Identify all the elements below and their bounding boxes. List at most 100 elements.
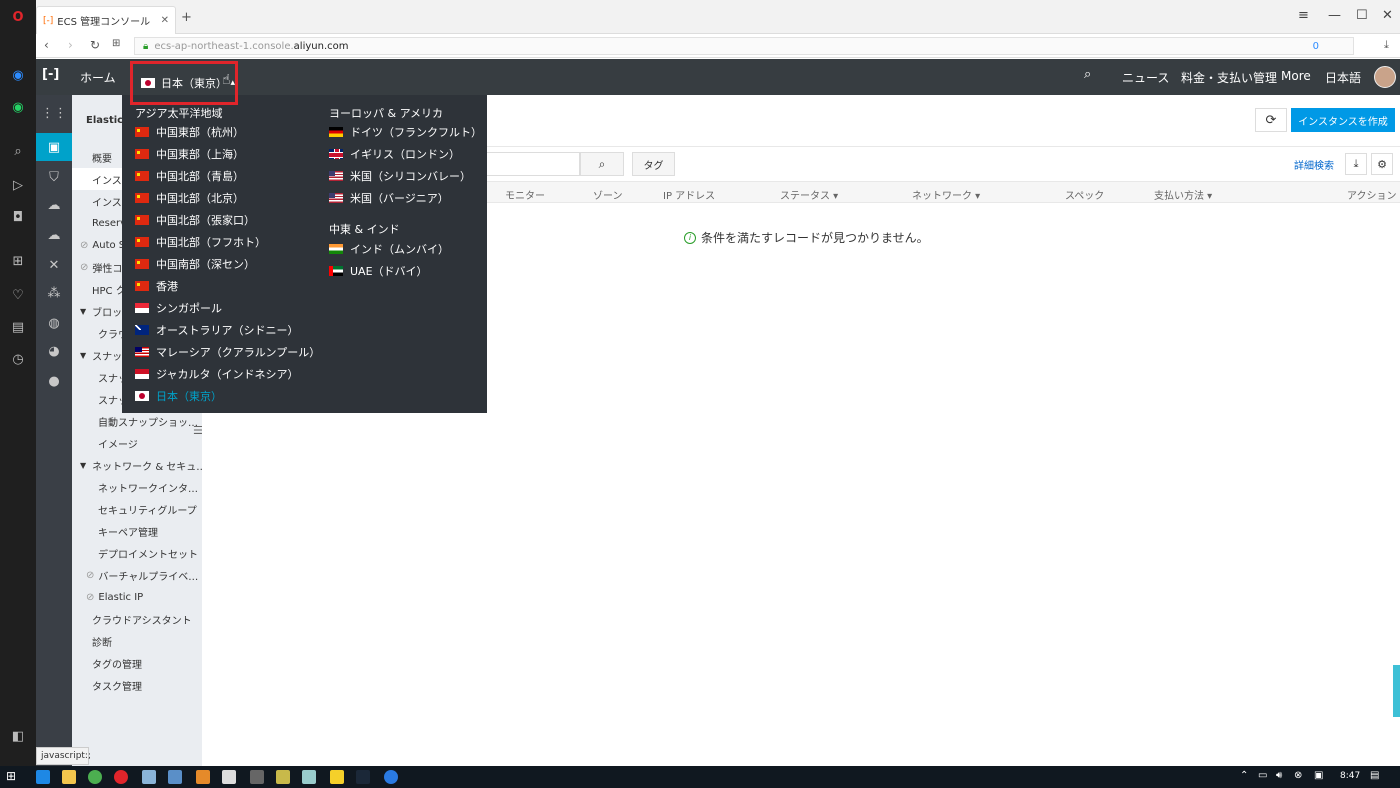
back-icon[interactable]: ‹ (44, 38, 49, 52)
chrome-icon[interactable] (88, 770, 102, 784)
sidebar-item-images[interactable]: イメージ (72, 432, 202, 454)
region-item-shenzhen[interactable]: 中国南部（深セン） (135, 256, 255, 272)
region-item-jakarta[interactable]: ジャカルタ（インドネシア） (135, 366, 298, 382)
tracker-badge[interactable]: 0 (1313, 41, 1319, 52)
export-button[interactable]: ⤓ (1345, 153, 1367, 175)
cloud-upload-icon[interactable]: ☁ (36, 221, 72, 249)
forward-icon[interactable]: › (68, 38, 73, 52)
clock[interactable]: 8:47 (1340, 771, 1360, 781)
app-icon[interactable] (142, 770, 156, 784)
sidebar-item-task-management[interactable]: タスク管理 (72, 674, 202, 696)
opera-logo-icon[interactable]: O (9, 8, 27, 26)
region-item-qingdao[interactable]: 中国北部（青島） (135, 168, 244, 184)
create-instance-button[interactable]: インスタンスを作成 (1291, 108, 1395, 132)
sidebar-item-tag-management[interactable]: タグの管理 (72, 652, 202, 674)
search-icon[interactable]: ⌕ (9, 142, 27, 160)
close-tab-icon[interactable]: ✕ (161, 15, 169, 26)
tray-app-icon[interactable]: ▣ (1314, 770, 1323, 781)
send-icon[interactable]: ▷ (9, 176, 27, 194)
panel-toggle-icon[interactable]: ◧ (9, 727, 27, 745)
steam-icon[interactable] (356, 770, 370, 784)
products-grid-icon[interactable]: ⋮⋮ (36, 99, 72, 127)
network-tray-icon[interactable]: ▭ (1258, 770, 1267, 781)
tray-chevron-icon[interactable]: ⌃ (1240, 770, 1248, 781)
browser-tab[interactable]: [-] ECS 管理コンソール ✕ (36, 6, 176, 34)
sidebar-item-auto-snapshot[interactable]: 自動スナップショッ… (72, 410, 202, 432)
sidebar-item-security-group[interactable]: セキュリティグループ (72, 498, 202, 520)
apps-icon[interactable]: ⊞ (9, 252, 27, 270)
sidebar-item-cloud-assistant[interactable]: クラウドアシスタント (72, 608, 202, 630)
sidebar-item-elastic-ip[interactable]: ⊘ Elastic IP (72, 586, 202, 608)
region-item-hongkong[interactable]: 香港 (135, 278, 178, 294)
region-item-london[interactable]: イギリス（ロンドン） (329, 146, 460, 162)
billing-link[interactable]: 料金・支払い管理 (1181, 69, 1277, 86)
download-icon[interactable]: ⤓ (1384, 38, 1389, 52)
column-network[interactable]: ネットワーク ▾ (912, 187, 980, 202)
search-icon[interactable]: ⌕ (1084, 67, 1091, 82)
analytics-icon[interactable]: ◕ (36, 337, 72, 365)
tab-menu-icon[interactable]: ≡ (1298, 8, 1309, 23)
ecs-icon[interactable]: ▣ (36, 133, 72, 161)
close-window-icon[interactable]: ✕ (1382, 8, 1393, 23)
vlc-icon[interactable] (196, 770, 210, 784)
region-item-dubai[interactable]: UAE（ドバイ） (329, 263, 428, 279)
reload-icon[interactable]: ↻ (90, 38, 100, 52)
region-item-virginia[interactable]: 米国（バージニア） (329, 190, 449, 206)
app-icon[interactable] (168, 770, 182, 784)
region-item-beijing[interactable]: 中国北部（北京） (135, 190, 244, 206)
search-input[interactable] (480, 152, 580, 176)
region-item-zhangjiakou[interactable]: 中国北部（張家口） (135, 212, 255, 228)
minimize-icon[interactable]: — (1328, 8, 1341, 23)
news-link[interactable]: ニュース (1122, 69, 1169, 86)
settings-button[interactable]: ⚙ (1371, 153, 1393, 175)
sidebar-item-deployment-set[interactable]: デプロイメントセット (72, 542, 202, 564)
region-item-sydney[interactable]: オーストラリア（シドニー） (135, 322, 298, 338)
sticky-notes-icon[interactable] (330, 770, 344, 784)
advanced-search-link[interactable]: 詳細検索 (1294, 157, 1334, 172)
region-item-silicon-valley[interactable]: 米国（シリコンバレー） (329, 168, 471, 184)
column-status[interactable]: ステータス ▾ (780, 187, 838, 202)
volume-icon[interactable]: 🔊︎ (1276, 770, 1282, 781)
news-icon[interactable]: ▤ (9, 318, 27, 336)
region-item-frankfurt[interactable]: ドイツ（フランクフルト） (329, 124, 482, 140)
feedback-tab[interactable] (1393, 665, 1400, 717)
camera-icon[interactable]: ◘ (9, 208, 27, 226)
tools-icon[interactable]: ✕ (36, 251, 72, 279)
region-item-shanghai[interactable]: 中国東部（上海） (135, 146, 244, 162)
sidebar-item-diagnostics[interactable]: 診断 (72, 630, 202, 652)
home-link[interactable]: ホーム (80, 69, 116, 86)
region-item-kuala-lumpur[interactable]: マレーシア（クアラルンプール） (135, 344, 320, 360)
opera-icon[interactable] (114, 770, 128, 784)
shield-icon[interactable]: ⛉ (36, 163, 72, 191)
circle-icon[interactable]: ● (36, 367, 72, 395)
new-tab-button[interactable]: + (181, 10, 192, 25)
search-button[interactable]: ⌕ (580, 152, 624, 176)
heart-icon[interactable]: ♡ (9, 286, 27, 304)
url-field[interactable]: 🔒︎ ecs-ap-northeast-1.console.aliyun.com… (134, 37, 1354, 55)
maximize-icon[interactable]: ☐ (1356, 8, 1368, 23)
globe-icon[interactable]: ◍ (36, 309, 72, 337)
region-item-tokyo[interactable]: 日本（東京） (135, 388, 222, 404)
notifications-icon[interactable]: ▤ (1370, 770, 1379, 781)
network-icon[interactable]: ⁂ (36, 279, 72, 307)
language-menu[interactable]: 日本語 (1325, 69, 1361, 86)
sidebar-item-network-interface[interactable]: ネットワークインタ… (72, 476, 202, 498)
avatar[interactable] (1374, 66, 1396, 88)
tag-button[interactable]: タグ (632, 152, 675, 176)
app-icon[interactable] (384, 770, 398, 784)
sidebar-group-network-security[interactable]: ▼ ネットワーク & セキュ… (72, 454, 202, 476)
refresh-button[interactable]: ⟳ (1255, 108, 1287, 132)
history-icon[interactable]: ◷ (9, 350, 27, 368)
terminal-icon[interactable] (250, 770, 264, 784)
region-item-huhehaote[interactable]: 中国北部（フフホト） (135, 234, 266, 250)
cloud-icon[interactable]: ☁ (36, 191, 72, 219)
tray-app-icon[interactable]: ⊗ (1294, 770, 1302, 781)
calculator-icon[interactable] (222, 770, 236, 784)
messenger-icon[interactable]: ◉ (9, 66, 27, 84)
windows-start-icon[interactable]: ⊞ (6, 769, 16, 783)
app-icon[interactable] (302, 770, 316, 784)
whatsapp-icon[interactable]: ◉ (9, 98, 27, 116)
aliyun-logo-icon[interactable]: [-] (42, 67, 59, 82)
more-menu[interactable]: More (1281, 69, 1311, 83)
sidebar-item-keypair[interactable]: キーペア管理 (72, 520, 202, 542)
